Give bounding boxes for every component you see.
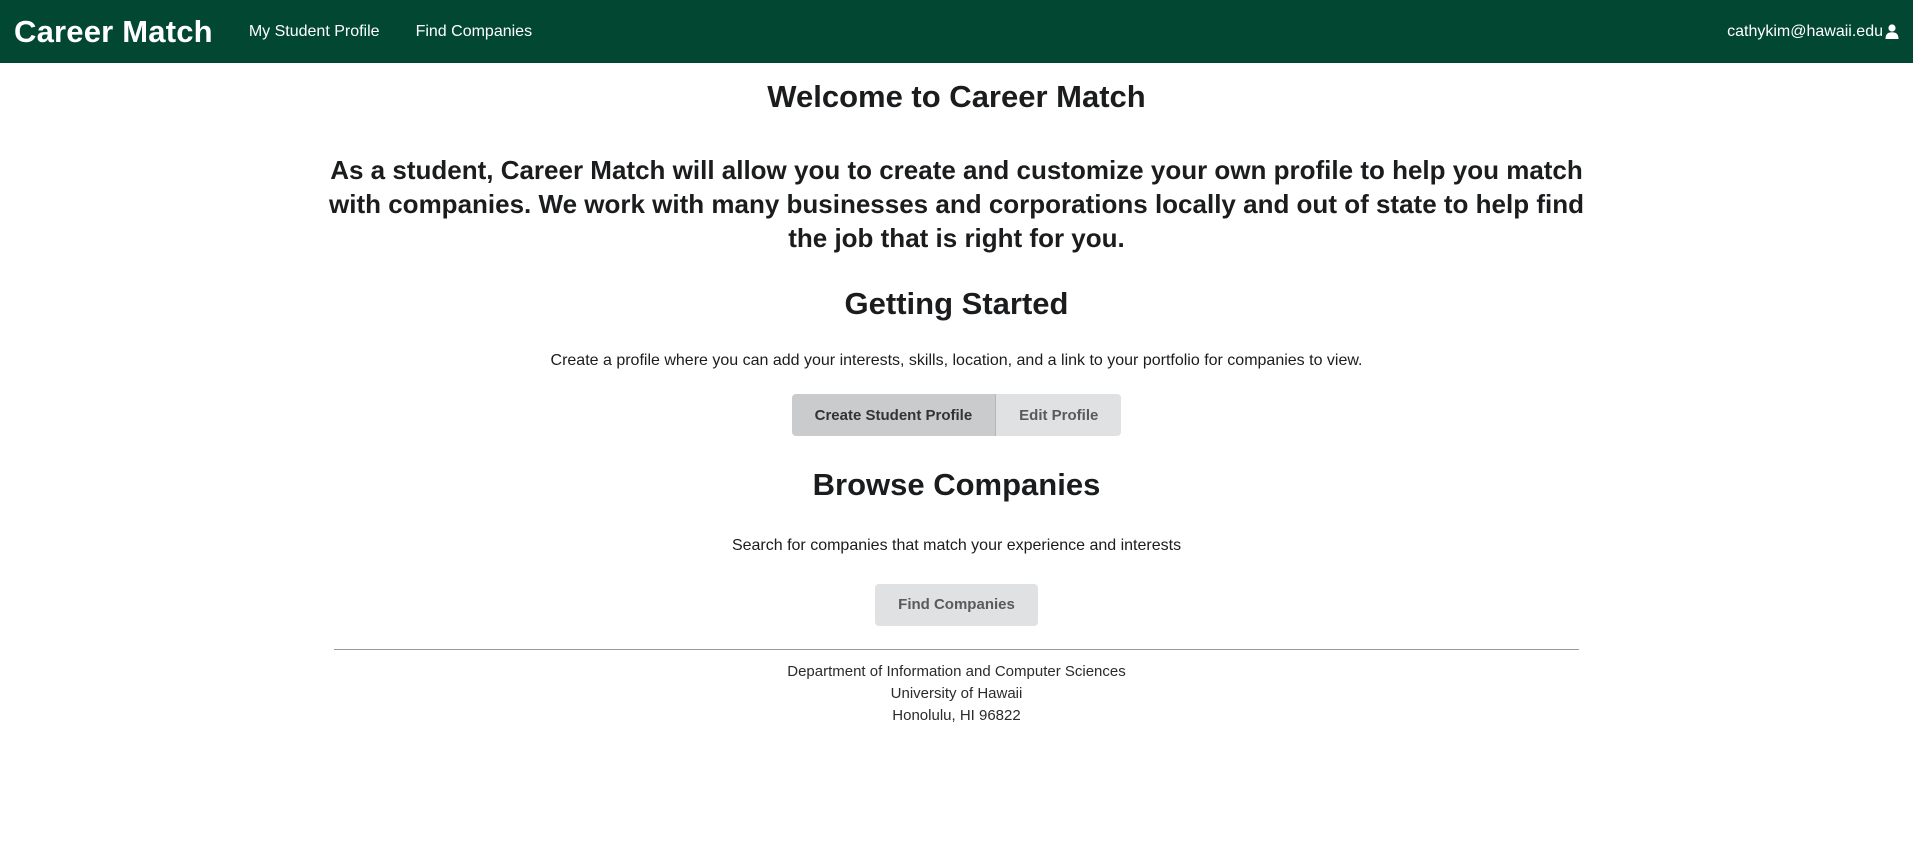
intro-text: As a student, Career Match will allow yo… [329, 155, 1584, 254]
footer-university: University of Hawaii [890, 684, 1023, 702]
getting-started-heading: Getting Started [844, 286, 1069, 322]
brand-logo-text[interactable]: Career Match [14, 14, 213, 50]
user-menu[interactable]: cathykim@hawaii.edu [1727, 23, 1899, 41]
create-student-profile-button[interactable]: Create Student Profile [791, 394, 997, 437]
edit-profile-button[interactable]: Edit Profile [996, 394, 1122, 437]
profile-button-group: Create Student Profile Edit Profile [791, 394, 1122, 437]
footer: Department of Information and Computer S… [0, 661, 1913, 727]
user-icon [1885, 24, 1899, 39]
page-title: Welcome to Career Match [767, 79, 1146, 114]
user-email: cathykim@hawaii.edu [1727, 22, 1883, 40]
browse-companies-description: Search for companies that match your exp… [731, 536, 1182, 554]
footer-divider [334, 648, 1579, 650]
nav-link-my-student-profile[interactable]: My Student Profile [249, 23, 380, 41]
main-content: Welcome to Career Match As a student, Ca… [0, 63, 1913, 727]
browse-companies-heading: Browse Companies [812, 467, 1101, 503]
nav-link-find-companies[interactable]: Find Companies [416, 23, 533, 41]
getting-started-description: Create a profile where you can add your … [550, 352, 1363, 370]
top-navbar: Career Match My Student Profile Find Com… [0, 0, 1913, 63]
find-companies-button[interactable]: Find Companies [875, 583, 1038, 626]
footer-address: Honolulu, HI 96822 [892, 706, 1021, 724]
footer-department: Department of Information and Computer S… [787, 662, 1126, 680]
